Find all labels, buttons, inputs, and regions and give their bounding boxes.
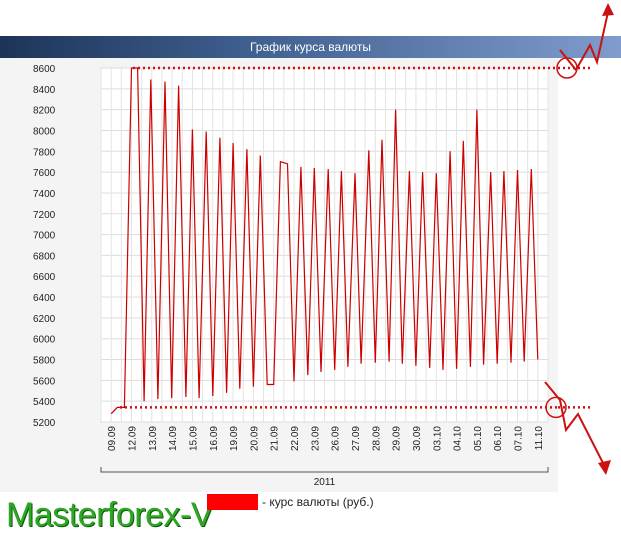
x-tick-label: 26.09 xyxy=(331,426,342,451)
x-tick-label: 20.09 xyxy=(249,426,260,451)
x-tick-label: 14.09 xyxy=(168,426,179,451)
x-tick-label: 29.09 xyxy=(392,426,403,451)
y-tick-label: 8400 xyxy=(33,85,56,96)
y-tick-label: 6800 xyxy=(33,251,56,262)
y-tick-label: 5600 xyxy=(33,376,56,387)
legend-label: - курс валюты (руб.) xyxy=(262,495,374,509)
x-tick-label: 21.09 xyxy=(270,426,281,451)
x-tick-label: 15.09 xyxy=(188,426,199,451)
x-tick-label: 19.09 xyxy=(229,426,240,451)
brand-logo-text: Masterforex-V xyxy=(6,496,214,534)
y-tick-label: 7000 xyxy=(33,231,56,242)
x-tick-label: 16.09 xyxy=(209,426,220,451)
max-point-circle-icon xyxy=(556,57,578,79)
y-tick-label: 8000 xyxy=(33,126,56,137)
x-axis-group-bracket xyxy=(100,467,549,473)
chart-title: График курса валюты xyxy=(0,36,621,58)
y-tick-label: 5400 xyxy=(33,397,56,408)
down-arrowhead-icon xyxy=(598,460,611,475)
x-tick-label: 11.10 xyxy=(534,426,545,451)
x-tick-label: 28.09 xyxy=(371,426,382,451)
y-tick-label: 6000 xyxy=(33,335,56,346)
y-tick-label: 7800 xyxy=(33,147,56,158)
up-arrowhead-icon xyxy=(602,3,614,16)
y-tick-label: 5800 xyxy=(33,356,56,367)
y-tick-label: 6200 xyxy=(33,314,56,325)
legend-swatch xyxy=(207,494,258,510)
x-tick-label: 09.09 xyxy=(107,426,118,451)
x-tick-label: 03.10 xyxy=(432,426,443,451)
exchange-rate-chart: 5200 5400 5600 5800 6000 6200 6400 6600 6800 7000… xyxy=(33,64,558,488)
x-tick-label: 05.10 xyxy=(473,426,484,451)
y-tick-label: 7200 xyxy=(33,210,56,221)
x-tick-label: 04.10 xyxy=(453,426,464,451)
y-tick-label: 7600 xyxy=(33,168,56,179)
chart-panel: 5200 5400 5600 5800 6000 6200 6400 6600 6800 7000… xyxy=(0,58,558,492)
x-axis-label: 2011 xyxy=(314,477,336,488)
x-tick-label: 22.09 xyxy=(290,426,301,451)
x-tick-label: 06.10 xyxy=(493,426,504,451)
x-tick-label: 23.09 xyxy=(310,426,321,451)
y-tick-label: 7400 xyxy=(33,189,56,200)
x-tick-label: 12.09 xyxy=(127,426,138,451)
y-tick-label: 6600 xyxy=(33,272,56,283)
x-tick-label: 13.09 xyxy=(148,426,159,451)
x-tick-label: 27.09 xyxy=(351,426,362,451)
y-tick-label: 5200 xyxy=(33,418,56,429)
x-tick-label: 30.09 xyxy=(412,426,423,451)
y-tick-label: 8200 xyxy=(33,106,56,117)
x-tick-label: 07.10 xyxy=(514,426,525,451)
y-tick-label: 8600 xyxy=(33,64,56,75)
y-tick-label: 6400 xyxy=(33,293,56,304)
